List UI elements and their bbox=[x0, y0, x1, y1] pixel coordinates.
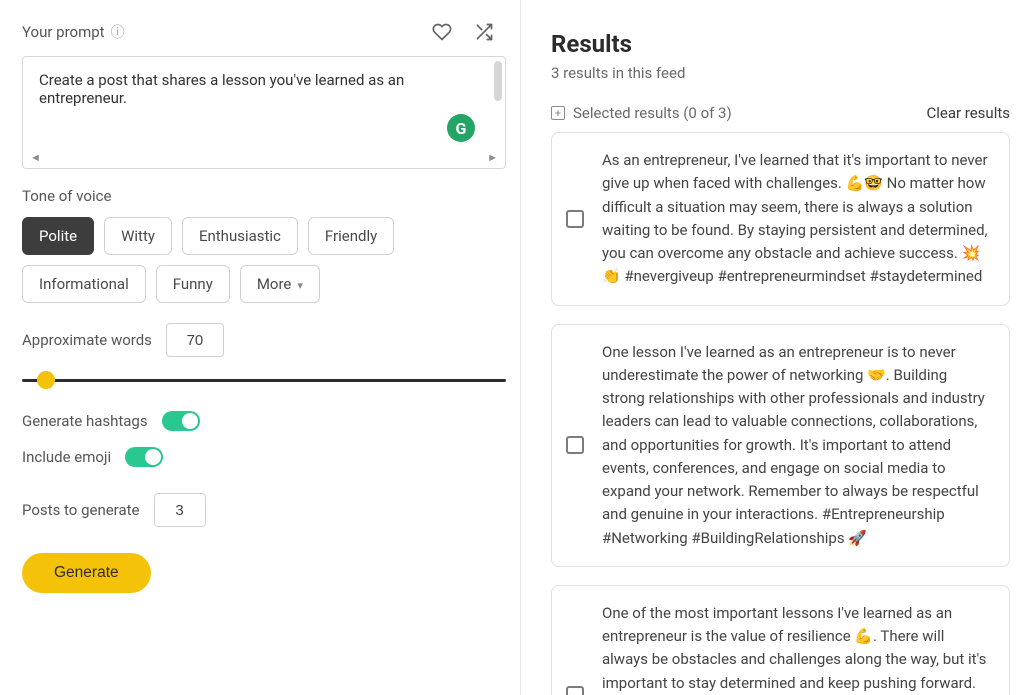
results-subtitle: 3 results in this feed bbox=[551, 64, 1010, 82]
info-icon: ⓘ bbox=[111, 22, 125, 42]
approx-words-input[interactable] bbox=[166, 323, 224, 357]
result-checkbox[interactable] bbox=[566, 210, 584, 228]
tone-option-enthusiastic[interactable]: Enthusiastic bbox=[182, 217, 298, 255]
scroll-right-icon[interactable]: ► bbox=[484, 151, 501, 164]
scroll-left-icon[interactable]: ◄ bbox=[27, 151, 44, 164]
hashtags-label: Generate hashtags bbox=[22, 412, 148, 430]
approx-words-slider[interactable] bbox=[22, 371, 506, 389]
prompt-label: Your prompt bbox=[22, 23, 105, 41]
tone-option-friendly[interactable]: Friendly bbox=[308, 217, 394, 255]
shuffle-icon[interactable] bbox=[474, 22, 494, 42]
prompt-box: G ◄ ► bbox=[22, 56, 506, 169]
prompt-textarea[interactable] bbox=[23, 57, 505, 143]
grammarly-icon[interactable]: G bbox=[447, 114, 475, 142]
tone-option-informational[interactable]: Informational bbox=[22, 265, 146, 303]
result-text: One lesson I've learned as an entreprene… bbox=[602, 341, 991, 550]
result-checkbox[interactable] bbox=[566, 686, 584, 695]
results-list: As an entrepreneur, I've learned that it… bbox=[551, 132, 1010, 695]
clear-results-link[interactable]: Clear results bbox=[926, 104, 1010, 122]
selected-results-text: Selected results (0 of 3) bbox=[573, 104, 732, 122]
result-card: One lesson I've learned as an entreprene… bbox=[551, 324, 1010, 567]
tone-label: Tone of voice bbox=[22, 187, 506, 205]
tone-more-button[interactable]: More▾ bbox=[240, 265, 320, 303]
expand-all-icon[interactable]: + bbox=[551, 106, 565, 120]
result-checkbox[interactable] bbox=[566, 436, 584, 454]
posts-label: Posts to generate bbox=[22, 501, 140, 519]
hashtags-toggle[interactable] bbox=[162, 411, 200, 431]
tone-option-polite[interactable]: Polite bbox=[22, 217, 94, 255]
chevron-down-icon: ▾ bbox=[297, 279, 303, 292]
result-text: As an entrepreneur, I've learned that it… bbox=[602, 149, 991, 289]
tone-option-witty[interactable]: Witty bbox=[104, 217, 172, 255]
prompt-vertical-scrollbar[interactable] bbox=[491, 61, 505, 141]
result-card: As an entrepreneur, I've learned that it… bbox=[551, 132, 1010, 306]
tone-option-funny[interactable]: Funny bbox=[156, 265, 230, 303]
approx-words-label: Approximate words bbox=[22, 331, 152, 349]
emoji-toggle[interactable] bbox=[125, 447, 163, 467]
prompt-horizontal-scrollbar[interactable]: ◄ ► bbox=[27, 150, 501, 164]
generate-button[interactable]: Generate bbox=[22, 553, 151, 593]
results-title: Results bbox=[551, 30, 1010, 58]
tone-options: Polite Witty Enthusiastic Friendly Informati… bbox=[22, 217, 506, 303]
posts-input[interactable] bbox=[154, 493, 206, 527]
emoji-label: Include emoji bbox=[22, 448, 111, 466]
result-text: One of the most important lessons I've l… bbox=[602, 602, 991, 695]
favorite-icon[interactable] bbox=[432, 22, 452, 42]
result-card: One of the most important lessons I've l… bbox=[551, 585, 1010, 695]
